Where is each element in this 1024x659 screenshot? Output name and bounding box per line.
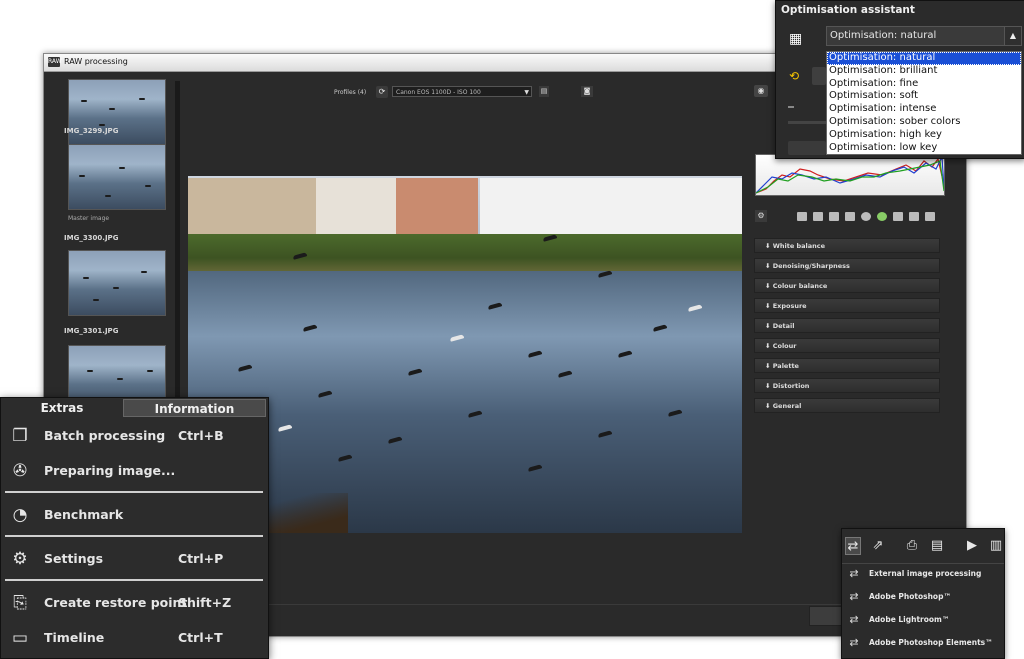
optimisation-select[interactable]: Optimisation: natural ▲ (826, 26, 1022, 46)
optimisation-option[interactable]: Optimisation: natural (827, 52, 1021, 65)
window-title: RAW processing (64, 57, 128, 66)
timeline-icon: ▭ (11, 628, 29, 648)
optimisation-option[interactable]: Optimisation: intense (827, 103, 1021, 116)
export-menu: ⇄ ⇗ ⎙ ▤ ▶ ▥ ⇄ External image processing … (841, 528, 1005, 659)
optimisation-options-list: Optimisation: natural Optimisation: bril… (826, 51, 1022, 156)
master-image-label: Master image (68, 215, 110, 222)
external-editor-icon: ⇄ (849, 567, 859, 580)
filmstrip-icon[interactable]: ▤ (929, 537, 945, 555)
menu-item-settings[interactable]: ⚙ Settings Ctrl+P (3, 543, 263, 575)
optimisation-option[interactable]: Optimisation: soft (827, 90, 1021, 103)
export-item-external-image-processing[interactable]: ⇄ External image processing (842, 563, 1004, 585)
image-trees (188, 234, 742, 274)
section-denoising-sharpness[interactable]: ⬇ Denoising/Sharpness (754, 258, 940, 273)
menu-item-timeline[interactable]: ▭ Timeline Ctrl+T (3, 622, 263, 654)
thumbnail-label: IMG_3300.JPG (64, 234, 119, 242)
histogram (755, 154, 945, 196)
profile-select[interactable]: Canon EOS 1100D - ISO 100 ▼ (392, 86, 532, 97)
color-icon[interactable] (877, 212, 887, 221)
save-profile-icon[interactable]: ▤ (539, 86, 549, 97)
restore-icon: ⎘ (13, 593, 27, 613)
film-reel-icon: ✇ (12, 461, 28, 481)
profiles-label: Profiles (4) (334, 89, 367, 96)
external-editor-icon: ⇄ (849, 636, 859, 649)
camera-body-icon[interactable] (925, 212, 935, 221)
gear-icon[interactable]: ⚙ (755, 210, 767, 222)
levels-icon[interactable] (797, 212, 807, 221)
profile-select-value: Canon EOS 1100D - ISO 100 (396, 89, 481, 96)
extras-menu: Extras Information ❐ Batch processing Ct… (0, 397, 269, 659)
menu-separator (5, 535, 263, 537)
main-preview-image[interactable] (188, 176, 742, 533)
optimisation-option[interactable]: Optimisation: sober colors (827, 116, 1021, 129)
thumbnail-image[interactable] (68, 79, 166, 145)
image-icon[interactable] (845, 212, 855, 221)
optimisation-option[interactable]: Optimisation: low key (827, 142, 1021, 155)
menu-separator (5, 579, 263, 581)
menu-item-batch-processing[interactable]: ❐ Batch processing Ctrl+B (3, 420, 263, 452)
optimisation-option[interactable]: Optimisation: fine (827, 78, 1021, 91)
section-colour-balance[interactable]: ⬇ Colour balance (754, 278, 940, 293)
gauge-icon: ◔ (12, 505, 28, 525)
play-icon[interactable]: ▶ (964, 537, 980, 555)
bars-icon[interactable] (829, 212, 839, 221)
section-detail[interactable]: ⬇ Detail (754, 318, 940, 333)
optimisation-option[interactable]: Optimisation: high key (827, 129, 1021, 142)
optimisation-grid-icon[interactable]: ▦ (789, 29, 813, 49)
menu-separator (5, 491, 263, 493)
adjustment-sections: ⬇ White balance ⬇ Denoising/Sharpness ⬇ … (754, 238, 940, 418)
app-logo-icon: RAW (48, 57, 62, 67)
contrast-icon[interactable] (861, 212, 871, 221)
thumbnail-scrollbar[interactable] (175, 81, 180, 411)
menu-item-create-restore-point[interactable]: ⎘ Create restore point Shift+Z (3, 587, 263, 619)
optimisation-title: Optimisation assistant (781, 4, 915, 16)
share-icon[interactable]: ⇗ (870, 537, 886, 555)
thumbnail-label: IMG_3299.JPG (64, 127, 119, 135)
grid-icon[interactable] (813, 212, 823, 221)
section-palette[interactable]: ⬇ Palette (754, 358, 940, 373)
batch-icon: ❐ (12, 426, 28, 446)
refresh-profile-icon[interactable]: ⟳ (376, 86, 388, 98)
refresh-icon[interactable]: ⟲ (789, 69, 803, 83)
section-exposure[interactable]: ⬇ Exposure (754, 298, 940, 313)
export-toolbar: ⇄ ⇗ ⎙ ▤ ▶ ▥ (842, 529, 1004, 564)
chevron-up-icon[interactable]: ▲ (1004, 27, 1021, 45)
section-distortion[interactable]: ⬇ Distortion (754, 378, 940, 393)
tab-extras[interactable]: Extras (1, 399, 123, 417)
thumbnail-image[interactable] (68, 144, 166, 210)
info-panel-icon[interactable]: ▥ (988, 537, 1004, 555)
tab-information[interactable]: Information (123, 399, 266, 417)
thumbnail-label: IMG_3301.JPG (64, 327, 119, 335)
thumbnail-image[interactable] (68, 250, 166, 316)
external-editor-icon: ⇄ (849, 590, 859, 603)
external-editor-icon: ⇄ (849, 613, 859, 626)
optimisation-assistant-popup: Optimisation assistant ▦ Optimisation: n… (775, 0, 1024, 159)
menu-item-benchmark[interactable]: ◔ Benchmark (3, 499, 263, 531)
profile-toolbar: Profiles (4) ⟳ Canon EOS 1100D - ISO 100… (184, 81, 744, 105)
camera-icon[interactable]: ◙ (581, 86, 593, 97)
export-item-photoshop[interactable]: ⇄ Adobe Photoshop™ (842, 586, 1004, 608)
camera-lens-icon[interactable] (909, 212, 919, 221)
optimisation-option[interactable]: Optimisation: brilliant (827, 65, 1021, 78)
optimisation-current-value: Optimisation: natural (830, 30, 937, 41)
extras-tabs: Extras Information (1, 398, 268, 418)
menu-item-preparing-image[interactable]: ✇ Preparing image... (3, 455, 263, 487)
external-editor-icon[interactable]: ⇄ (845, 537, 861, 555)
chevron-down-icon: ▼ (524, 89, 529, 96)
eye-icon[interactable]: ◉ (754, 85, 768, 97)
section-white-balance[interactable]: ⬇ White balance (754, 238, 940, 253)
save-as-icon[interactable]: ⎙ (904, 537, 920, 555)
section-colour[interactable]: ⬇ Colour (754, 338, 940, 353)
export-item-lightroom[interactable]: ⇄ Adobe Lightroom™ (842, 609, 1004, 631)
adjustment-toolbar: ⚙ (755, 210, 943, 224)
export-item-photoshop-elements[interactable]: ⇄ Adobe Photoshop Elements™ (842, 632, 1004, 654)
palette-icon[interactable] (893, 212, 903, 221)
gears-icon: ⚙ (12, 549, 28, 569)
section-general[interactable]: ⬇ General (754, 398, 940, 413)
